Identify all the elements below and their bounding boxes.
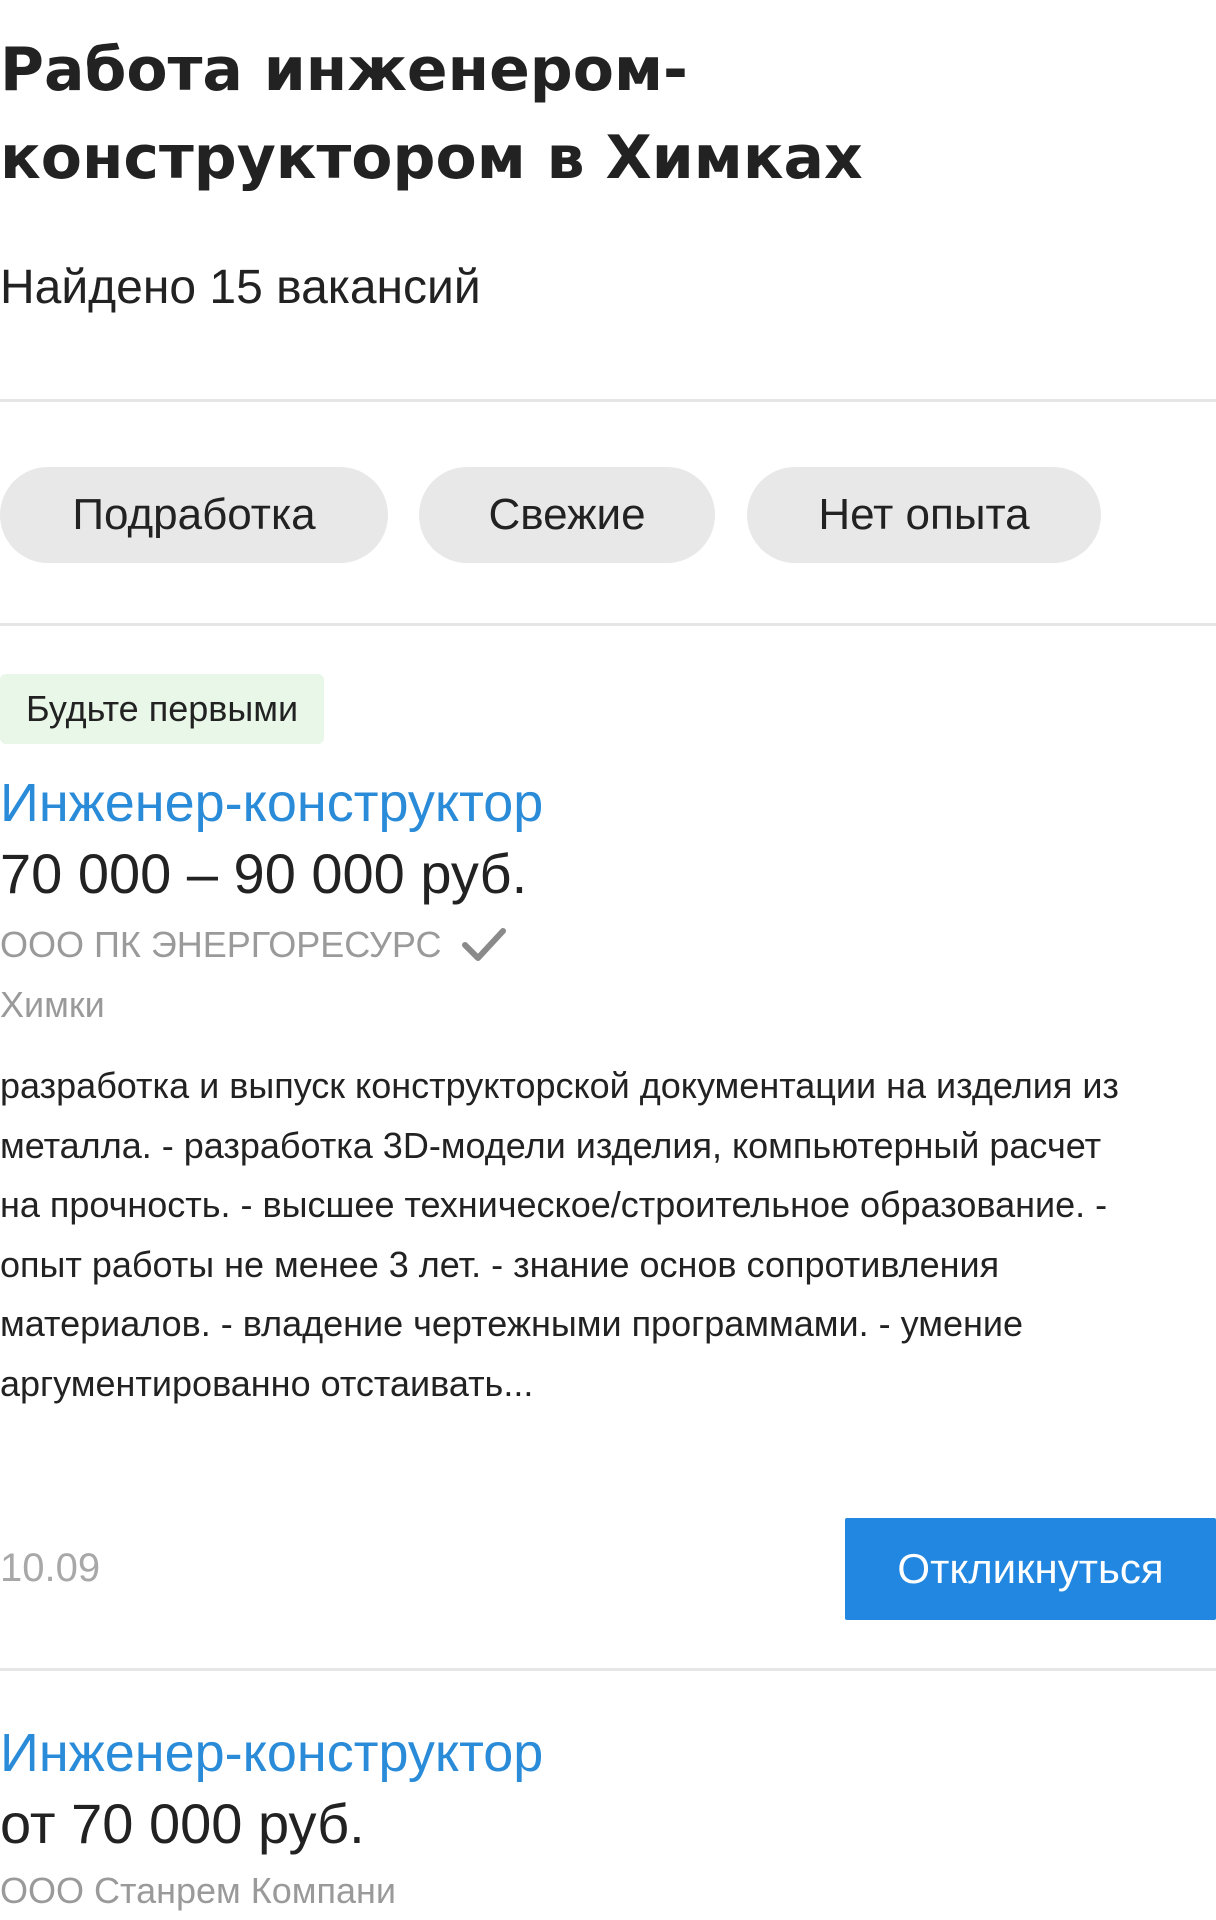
job-city: Химки: [0, 984, 105, 1025]
page-title: Работа инженером-конструктором в Химках: [0, 35, 863, 193]
job-title-link[interactable]: Инженер-конструктор: [0, 770, 543, 836]
divider: [0, 399, 1216, 402]
job-title-link[interactable]: Инженер-конструктор: [0, 1720, 543, 1786]
vacancy-count: Найдено 15 вакансий: [0, 261, 481, 314]
job-salary: 70 000 – 90 000 руб.: [0, 842, 528, 905]
job-date: 10.09: [0, 1546, 101, 1590]
check-icon: [460, 925, 508, 965]
be-first-badge: Будьте первыми: [0, 674, 325, 744]
job-description: разработка и выпуск конструкторской доку…: [0, 1065, 1119, 1404]
company-link[interactable]: ООО ПК ЭНЕРГОРЕСУРС: [0, 922, 508, 968]
company-name: ООО ПК ЭНЕРГОРЕСУРС: [0, 924, 442, 965]
apply-button[interactable]: Откликнуться: [845, 1518, 1216, 1620]
company-link[interactable]: ООО Станрем Компани: [0, 1868, 396, 1914]
divider: [0, 623, 1216, 626]
company-name: ООО Станрем Компани: [0, 1870, 397, 1911]
filter-chip-part-time[interactable]: Подработка: [0, 467, 388, 563]
filter-chip-fresh[interactable]: Свежие: [419, 467, 715, 563]
job-salary: от 70 000 руб.: [0, 1792, 365, 1855]
divider: [0, 1668, 1216, 1671]
filter-chip-no-experience[interactable]: Нет опыта: [747, 467, 1101, 563]
